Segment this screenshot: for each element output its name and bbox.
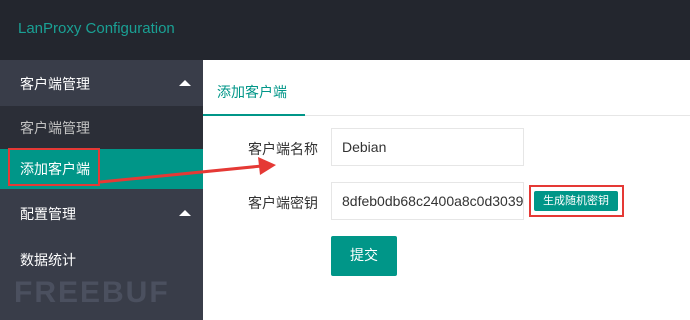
tab-bar: 添加客户端 bbox=[203, 60, 690, 116]
sidebar-group-client-management[interactable]: 客户端管理 bbox=[0, 60, 203, 106]
sidebar-group-config-management[interactable]: 配置管理 bbox=[0, 190, 203, 236]
sidebar-group-label: 数据统计 bbox=[20, 253, 76, 269]
client-secret-label: 客户端密钥 bbox=[248, 196, 318, 212]
annotation-highlight-box bbox=[8, 148, 100, 186]
submit-button[interactable]: 提交 bbox=[331, 236, 397, 276]
caret-up-icon bbox=[179, 210, 191, 216]
active-tab-indicator bbox=[203, 114, 305, 116]
app-title: LanProxy Configuration bbox=[18, 20, 175, 37]
sidebar-group-label: 客户端管理 bbox=[20, 77, 90, 93]
client-name-input[interactable]: Debian bbox=[331, 128, 524, 166]
sidebar-group-label: 配置管理 bbox=[20, 207, 76, 223]
client-secret-input[interactable]: 8dfeb0db68c2400a8c0d3039 bbox=[331, 182, 524, 220]
sidebar-item-label: 客户端管理 bbox=[20, 121, 90, 137]
top-header: LanProxy Configuration bbox=[0, 0, 690, 60]
freebuf-watermark: FREEBUF bbox=[14, 276, 170, 309]
sidebar-item-client-management[interactable]: 客户端管理 bbox=[0, 106, 203, 149]
annotation-highlight-box bbox=[529, 185, 624, 217]
client-name-label: 客户端名称 bbox=[248, 142, 318, 158]
caret-up-icon bbox=[179, 80, 191, 86]
tab-add-client[interactable]: 添加客户端 bbox=[217, 82, 287, 102]
